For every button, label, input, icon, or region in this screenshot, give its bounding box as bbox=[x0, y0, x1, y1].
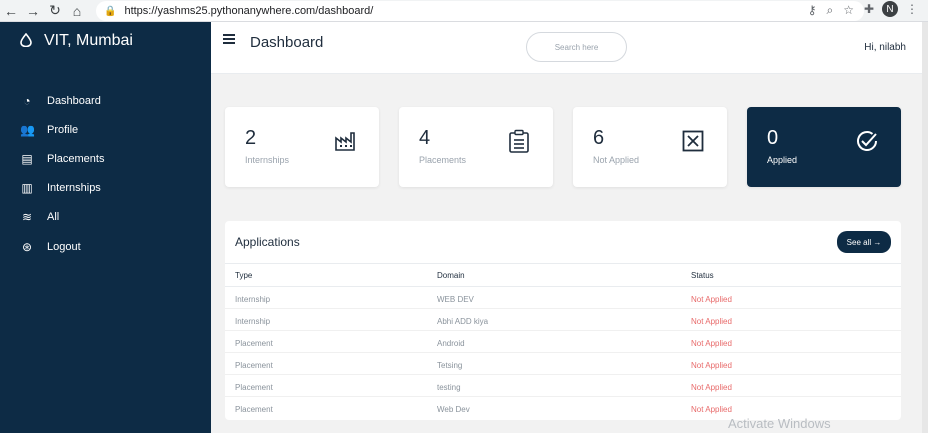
stat-label: Applied bbox=[767, 155, 798, 165]
cell-type: Placement bbox=[235, 339, 273, 348]
sidebar-item-label: Internships bbox=[47, 182, 101, 195]
logout-icon: ⊛ bbox=[21, 239, 33, 254]
cell-status: Not Applied bbox=[691, 339, 732, 348]
sidebar-menu: ◔ Dashboard 👥 Profile ▤ Placements ▥ Int… bbox=[20, 86, 104, 261]
industry-chart-icon bbox=[333, 129, 357, 153]
stat-card-internships[interactable]: 2 Internships bbox=[225, 107, 379, 187]
sidebar-item-label: Placements bbox=[47, 152, 105, 165]
sidebar-item-placements[interactable]: ▤ Placements bbox=[20, 144, 104, 173]
stat-label: Placements bbox=[419, 155, 467, 165]
activation-watermark: Activate Windows bbox=[728, 416, 831, 431]
applications-panel: Applications See all → Type Domain Statu… bbox=[225, 221, 901, 420]
zoom-icon[interactable]: ⌕ bbox=[827, 3, 834, 18]
sidebar-item-logout[interactable]: ⊛ Logout bbox=[20, 232, 104, 261]
dashboard-icon: ◔ bbox=[23, 93, 31, 108]
sidebar-item-label: Logout bbox=[47, 240, 81, 253]
stat-value: 2 bbox=[245, 127, 257, 149]
sidebar-item-label: All bbox=[47, 211, 60, 224]
sidebar: VIT, Mumbai ◔ Dashboard 👥 Profile ▤ Plac… bbox=[0, 22, 211, 433]
users-icon: 👥 bbox=[20, 122, 35, 137]
droplet-icon bbox=[20, 32, 32, 50]
cell-domain: Tetsing bbox=[437, 361, 463, 370]
sidebar-item-label: Profile bbox=[47, 123, 79, 136]
cell-status: Not Applied bbox=[691, 383, 732, 392]
address-bar[interactable]: 🔒 https://yashms25.pythonanywhere.com/da… bbox=[96, 1, 864, 21]
profile-avatar[interactable]: N bbox=[882, 1, 898, 17]
address-bar-icons: ⚷ ⌕ ☆ bbox=[808, 3, 854, 18]
table-row[interactable]: Placement testing Not Applied bbox=[225, 375, 901, 397]
clipboard-icon: ▤ bbox=[21, 151, 33, 166]
topbar: Dashboard Search here Hi, nilabh bbox=[211, 22, 928, 74]
hamburger-menu-icon[interactable] bbox=[223, 34, 235, 44]
sidebar-item-internships[interactable]: ▥ Internships bbox=[20, 174, 104, 203]
cell-status: Not Applied bbox=[691, 405, 732, 414]
x-box-icon bbox=[681, 129, 705, 153]
cell-status: Not Applied bbox=[691, 317, 732, 326]
key-icon[interactable]: ⚷ bbox=[808, 3, 817, 18]
star-icon[interactable]: ☆ bbox=[843, 3, 854, 18]
column-header-domain[interactable]: Domain bbox=[437, 271, 465, 280]
check-circle-icon bbox=[855, 129, 879, 153]
brand[interactable]: VIT, Mumbai bbox=[20, 32, 133, 50]
back-icon[interactable]: ← bbox=[0, 0, 22, 22]
page-scrollbar[interactable] bbox=[922, 22, 928, 433]
stat-card-placements[interactable]: 4 Placements bbox=[399, 107, 553, 187]
home-icon[interactable]: ⌂ bbox=[66, 0, 88, 22]
url-text: https://yashms25.pythonanywhere.com/dash… bbox=[124, 5, 374, 17]
table-row[interactable]: Placement Tetsing Not Applied bbox=[225, 353, 901, 375]
brand-name: VIT, Mumbai bbox=[44, 32, 133, 49]
table-row[interactable]: Placement Android Not Applied bbox=[225, 331, 901, 353]
see-all-button[interactable]: See all → bbox=[837, 231, 891, 253]
table-row[interactable]: Internship WEB DEV Not Applied bbox=[225, 287, 901, 309]
chart-icon: ▥ bbox=[21, 181, 33, 196]
cell-type: Placement bbox=[235, 405, 273, 414]
forward-icon[interactable]: → bbox=[22, 0, 44, 22]
column-header-type[interactable]: Type bbox=[235, 271, 252, 280]
page-title: Dashboard bbox=[250, 34, 324, 51]
table-row[interactable]: Internship Abhi ADD kiya Not Applied bbox=[225, 309, 901, 331]
stat-value: 0 bbox=[767, 127, 779, 149]
user-greeting: Hi, nilabh bbox=[864, 42, 906, 53]
stat-value: 4 bbox=[419, 127, 431, 149]
extension-area: ✚ N ⋮ bbox=[864, 1, 918, 17]
cell-domain: WEB DEV bbox=[437, 295, 474, 304]
cell-type: Internship bbox=[235, 295, 271, 304]
sidebar-item-profile[interactable]: 👥 Profile bbox=[20, 115, 104, 144]
cell-status: Not Applied bbox=[691, 295, 732, 304]
menu-dots-icon[interactable]: ⋮ bbox=[906, 2, 918, 16]
applications-title: Applications bbox=[235, 235, 300, 249]
stat-label: Not Applied bbox=[593, 155, 640, 165]
reload-icon[interactable]: ↻ bbox=[44, 0, 66, 22]
cell-domain: Abhi ADD kiya bbox=[437, 317, 489, 326]
stat-label: Internships bbox=[245, 155, 290, 165]
sidebar-item-dashboard[interactable]: ◔ Dashboard bbox=[20, 86, 104, 115]
table-header: Type Domain Status bbox=[225, 263, 901, 287]
browser-toolbar: ← → ↻ ⌂ 🔒 https://yashms25.pythonanywher… bbox=[0, 0, 928, 22]
clipboard-list-icon bbox=[507, 129, 531, 153]
column-header-status[interactable]: Status bbox=[691, 271, 714, 280]
cell-type: Placement bbox=[235, 383, 273, 392]
cell-domain: Android bbox=[437, 339, 465, 348]
stat-card-not-applied[interactable]: 6 Not Applied bbox=[573, 107, 727, 187]
cell-type: Internship bbox=[235, 317, 271, 326]
search-input[interactable]: Search here bbox=[526, 32, 627, 62]
main-content: 2 Internships 4 Placements 6 Not Applied… bbox=[211, 74, 928, 433]
database-icon: ≋ bbox=[21, 210, 33, 225]
stat-card-applied[interactable]: 0 Applied bbox=[747, 107, 901, 187]
cell-domain: Web Dev bbox=[437, 405, 470, 414]
sidebar-item-all[interactable]: ≋ All bbox=[20, 203, 104, 232]
cell-status: Not Applied bbox=[691, 361, 732, 370]
lock-icon: 🔒 bbox=[104, 5, 117, 17]
sidebar-item-label: Dashboard bbox=[47, 94, 101, 107]
stat-value: 6 bbox=[593, 127, 605, 149]
puzzle-icon[interactable]: ✚ bbox=[864, 2, 874, 16]
cell-type: Placement bbox=[235, 361, 273, 370]
cell-domain: testing bbox=[437, 383, 461, 392]
